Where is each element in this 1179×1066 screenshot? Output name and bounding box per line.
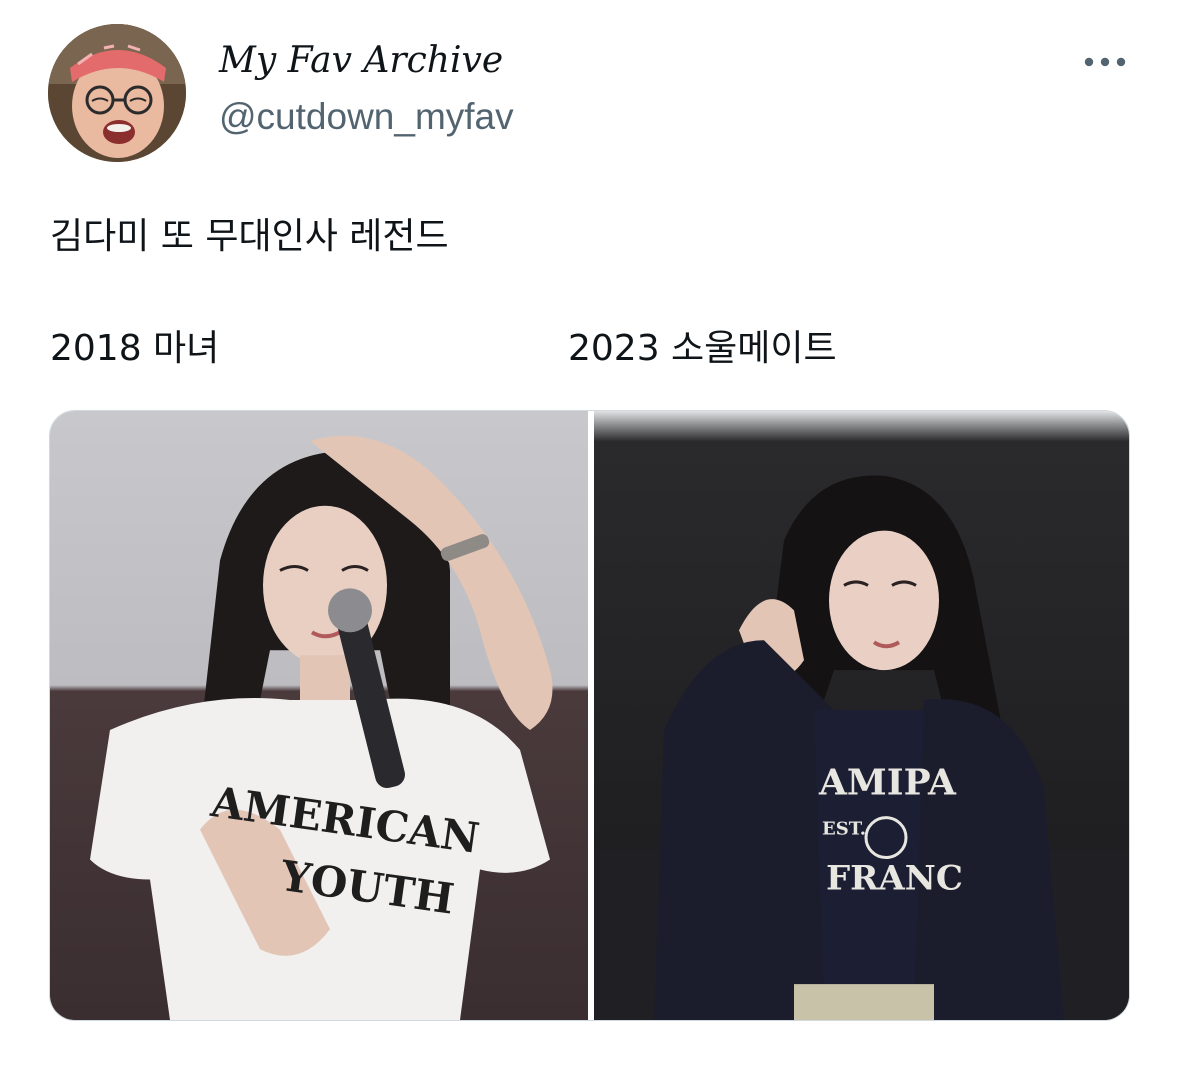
author-display-name[interactable]: My Fav Archive (219, 37, 503, 85)
caption-right: 2023 소울메이트 (568, 328, 837, 369)
photo-right[interactable]: AMIPA EST. FRANC (594, 411, 1129, 1020)
caption-left: 2018 마녀 (50, 328, 220, 369)
photo-left-image: AMERICAN YOUTH (50, 411, 588, 1020)
photo-right-image: AMIPA EST. FRANC (594, 411, 1129, 1020)
shirt-text-right-2: EST. (822, 819, 866, 840)
tweet-text: 김다미 또 무대인사 레전드 (50, 216, 449, 257)
shirt-text-right-3: FRANC (826, 858, 963, 898)
shirt-text-right-1: AMIPA (818, 762, 957, 804)
author-handle[interactable]: @cutdown_myfav (219, 93, 514, 141)
more-options-button[interactable] (1078, 44, 1132, 80)
media-grid: AMERICAN YOUTH AMIPA EST. FRANC (49, 410, 1130, 1021)
author-avatar[interactable] (48, 24, 186, 162)
avatar-image (48, 24, 186, 162)
photo-left[interactable]: AMERICAN YOUTH (50, 411, 588, 1020)
tweet-card: My Fav Archive @cutdown_myfav 김다미 또 무대인사… (0, 0, 1179, 1066)
more-horizontal-icon (1084, 57, 1126, 67)
